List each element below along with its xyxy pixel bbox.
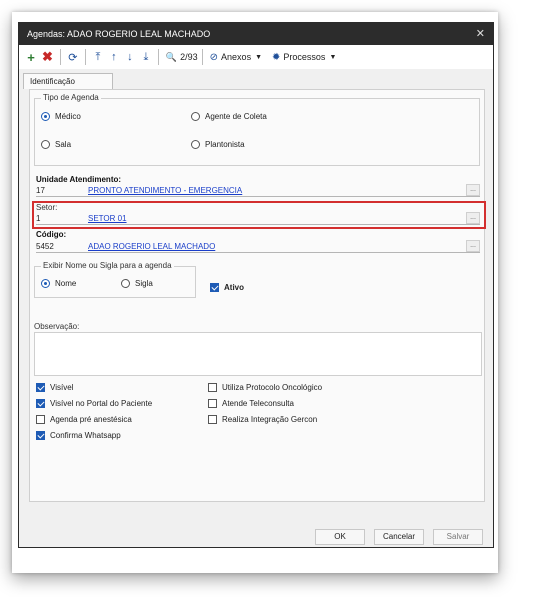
checkbox-empty-icon <box>208 399 217 408</box>
radio-nome[interactable]: Nome <box>41 279 76 288</box>
integracao-gercon-checkbox[interactable]: Realiza Integração Gercon <box>208 415 317 424</box>
codigo-code[interactable]: 5452 <box>36 241 54 252</box>
radio-agente-coleta[interactable]: Agente de Coleta <box>191 112 267 121</box>
setor-label: Setor: <box>36 203 58 212</box>
exibir-label: Exibir Nome ou Sigla para a agenda <box>41 261 174 270</box>
atende-teleconsulta-checkbox[interactable]: Atende Teleconsulta <box>208 399 294 408</box>
radio-sala-label: Sala <box>55 140 72 149</box>
codigo-field: 5452 ADAO ROGERIO LEAL MACHADO ... <box>36 240 480 253</box>
unidade-label: Unidade Atendimento: <box>36 175 122 184</box>
visivel-portal-label: Visível no Portal do Paciente <box>50 399 153 408</box>
radio-empty-icon <box>191 140 200 149</box>
chevron-down-icon: ▼ <box>329 53 337 61</box>
radio-nome-label: Nome <box>55 279 77 288</box>
checkbox-empty-icon <box>208 383 217 392</box>
setor-code[interactable]: 1 <box>36 213 40 224</box>
ok-button[interactable]: OK <box>315 529 365 545</box>
paperclip-icon: ⊘ <box>209 51 219 63</box>
visivel-label: Visível <box>50 383 74 392</box>
title-bar: Agendas: ADAO ROGERIO LEAL MACHADO ✕ <box>19 23 493 45</box>
visivel-portal-checkbox[interactable]: Visível no Portal do Paciente <box>36 399 152 408</box>
visivel-checkbox[interactable]: Visível <box>36 383 73 392</box>
setor-link[interactable]: SETOR 01 <box>88 213 127 224</box>
attachments-menu[interactable]: ⊘ Anexos ▼ <box>207 47 265 67</box>
first-record-icon[interactable]: ⤒ <box>90 47 106 67</box>
atende-teleconsulta-label: Atende Teleconsulta <box>222 399 294 408</box>
observacao-textarea[interactable] <box>34 332 482 376</box>
confirma-whatsapp-checkbox[interactable]: Confirma Whatsapp <box>36 431 121 440</box>
delete-icon[interactable]: ✖ <box>39 47 56 67</box>
ativo-label: Ativo <box>224 283 244 292</box>
radio-agente-coleta-label: Agente de Coleta <box>205 112 267 121</box>
radio-empty-icon <box>41 140 50 149</box>
codigo-link[interactable]: ADAO ROGERIO LEAL MACHADO <box>88 241 215 252</box>
tipo-agenda-group: Tipo de Agenda Médico Agente de Coleta S… <box>34 93 480 166</box>
cancel-button[interactable]: Cancelar <box>374 529 424 545</box>
tab-content: Tipo de Agenda Médico Agente de Coleta S… <box>29 89 486 502</box>
previous-record-icon[interactable]: ↑ <box>106 47 122 67</box>
radio-plantonista-label: Plantonista <box>205 140 245 149</box>
toolbar-separator <box>201 49 203 65</box>
close-icon[interactable]: ✕ <box>476 23 485 45</box>
confirma-whatsapp-label: Confirma Whatsapp <box>50 431 121 440</box>
processes-menu[interactable]: ✹ Processos ▼ <box>269 47 339 67</box>
exibir-group: Exibir Nome ou Sigla para a agenda Nome … <box>34 261 196 298</box>
save-button[interactable]: Salvar <box>433 529 483 545</box>
checkbox-checked-icon <box>36 383 45 392</box>
codigo-lookup-button[interactable]: ... <box>466 240 480 252</box>
last-record-icon[interactable]: ⤓ <box>138 47 154 67</box>
gear-icon: ✹ <box>272 51 281 63</box>
toolbar: + ✖ ⟳ ⤒ ↑ ↓ ⤓ 🔍 2/93 ⊘ Anexos ▼ ✹ Proces… <box>19 45 493 69</box>
checkbox-checked-icon <box>36 399 45 408</box>
setor-field: 1 SETOR 01 ... <box>36 212 480 225</box>
chevron-down-icon: ▼ <box>255 53 263 61</box>
toolbar-separator <box>59 49 61 65</box>
window-title: Agendas: ADAO ROGERIO LEAL MACHADO <box>27 29 211 39</box>
attachments-label: Anexos <box>221 52 252 62</box>
radio-medico[interactable]: Médico <box>41 112 81 121</box>
radio-sigla[interactable]: Sigla <box>121 279 153 288</box>
agenda-pre-anestesica-checkbox[interactable]: Agenda pré anestésica <box>36 415 132 424</box>
unidade-field: 17 PRONTO ATENDIMENTO - EMERGENCIA ... <box>36 184 480 197</box>
setor-lookup-button[interactable]: ... <box>466 212 480 224</box>
protocolo-oncologico-checkbox[interactable]: Utiliza Protocolo Oncológico <box>208 383 322 392</box>
radio-empty-icon <box>191 112 200 121</box>
add-icon[interactable]: + <box>23 47 39 67</box>
radio-medico-label: Médico <box>55 112 81 121</box>
unidade-code[interactable]: 17 <box>36 185 45 196</box>
agenda-pre-anestesica-label: Agenda pré anestésica <box>50 415 132 424</box>
agendas-window: Agendas: ADAO ROGERIO LEAL MACHADO ✕ + ✖… <box>18 22 494 548</box>
toolbar-separator <box>84 49 86 65</box>
radio-selected-icon <box>41 279 50 288</box>
integracao-gercon-label: Realiza Integração Gercon <box>222 415 318 424</box>
tipo-agenda-label: Tipo de Agenda <box>41 93 101 102</box>
unidade-link[interactable]: PRONTO ATENDIMENTO - EMERGENCIA <box>88 185 242 196</box>
record-position: 2/93 <box>180 52 198 62</box>
radio-sala[interactable]: Sala <box>41 140 71 149</box>
dialog-footer: OK Cancelar Salvar <box>19 526 493 547</box>
search-icon[interactable]: 🔍 <box>163 47 180 67</box>
toolbar-separator <box>157 49 159 65</box>
observacao-label: Observação: <box>34 322 80 331</box>
processes-label: Processos <box>283 52 326 62</box>
checkbox-checked-icon <box>210 283 219 292</box>
radio-sigla-label: Sigla <box>135 279 153 288</box>
refresh-icon[interactable]: ⟳ <box>65 47 81 67</box>
ativo-checkbox[interactable]: Ativo <box>210 283 244 292</box>
checkbox-empty-icon <box>208 415 217 424</box>
next-record-icon[interactable]: ↓ <box>122 47 138 67</box>
tab-identificacao[interactable]: Identificação <box>23 73 113 89</box>
protocolo-oncologico-label: Utiliza Protocolo Oncológico <box>222 383 323 392</box>
checkbox-empty-icon <box>36 415 45 424</box>
radio-selected-icon <box>41 112 50 121</box>
checkbox-checked-icon <box>36 431 45 440</box>
radio-plantonista[interactable]: Plantonista <box>191 140 245 149</box>
unidade-lookup-button[interactable]: ... <box>466 184 480 196</box>
codigo-label: Código: <box>36 230 67 239</box>
radio-empty-icon <box>121 279 130 288</box>
